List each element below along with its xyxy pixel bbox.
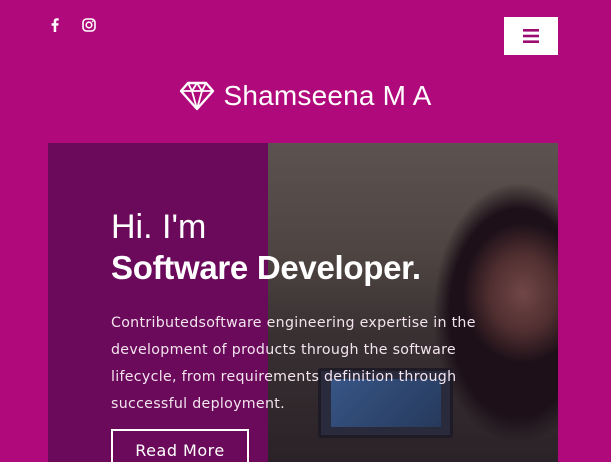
facebook-link[interactable] (47, 17, 63, 33)
brand-name: Shamseena M A (223, 80, 432, 111)
diamond-icon (180, 81, 215, 111)
hamburger-menu-icon (523, 29, 539, 43)
read-more-button[interactable]: Read More (111, 429, 249, 462)
site-brand[interactable]: Shamseena M A (0, 80, 611, 112)
social-links (47, 17, 97, 33)
instagram-icon (82, 18, 96, 32)
facebook-icon (51, 18, 59, 32)
hero-description: Contributedsoftware engineering expertis… (111, 315, 476, 412)
menu-button[interactable] (504, 17, 558, 55)
hero-section: Hi. I'm Software Developer. Contributeds… (48, 143, 558, 462)
instagram-link[interactable] (81, 17, 97, 33)
hero-greeting: Hi. I'm (111, 208, 207, 246)
hero-text: Hi. I'm Software Developer. Contributeds… (111, 206, 501, 418)
hero-title: Software Developer. (111, 249, 421, 286)
